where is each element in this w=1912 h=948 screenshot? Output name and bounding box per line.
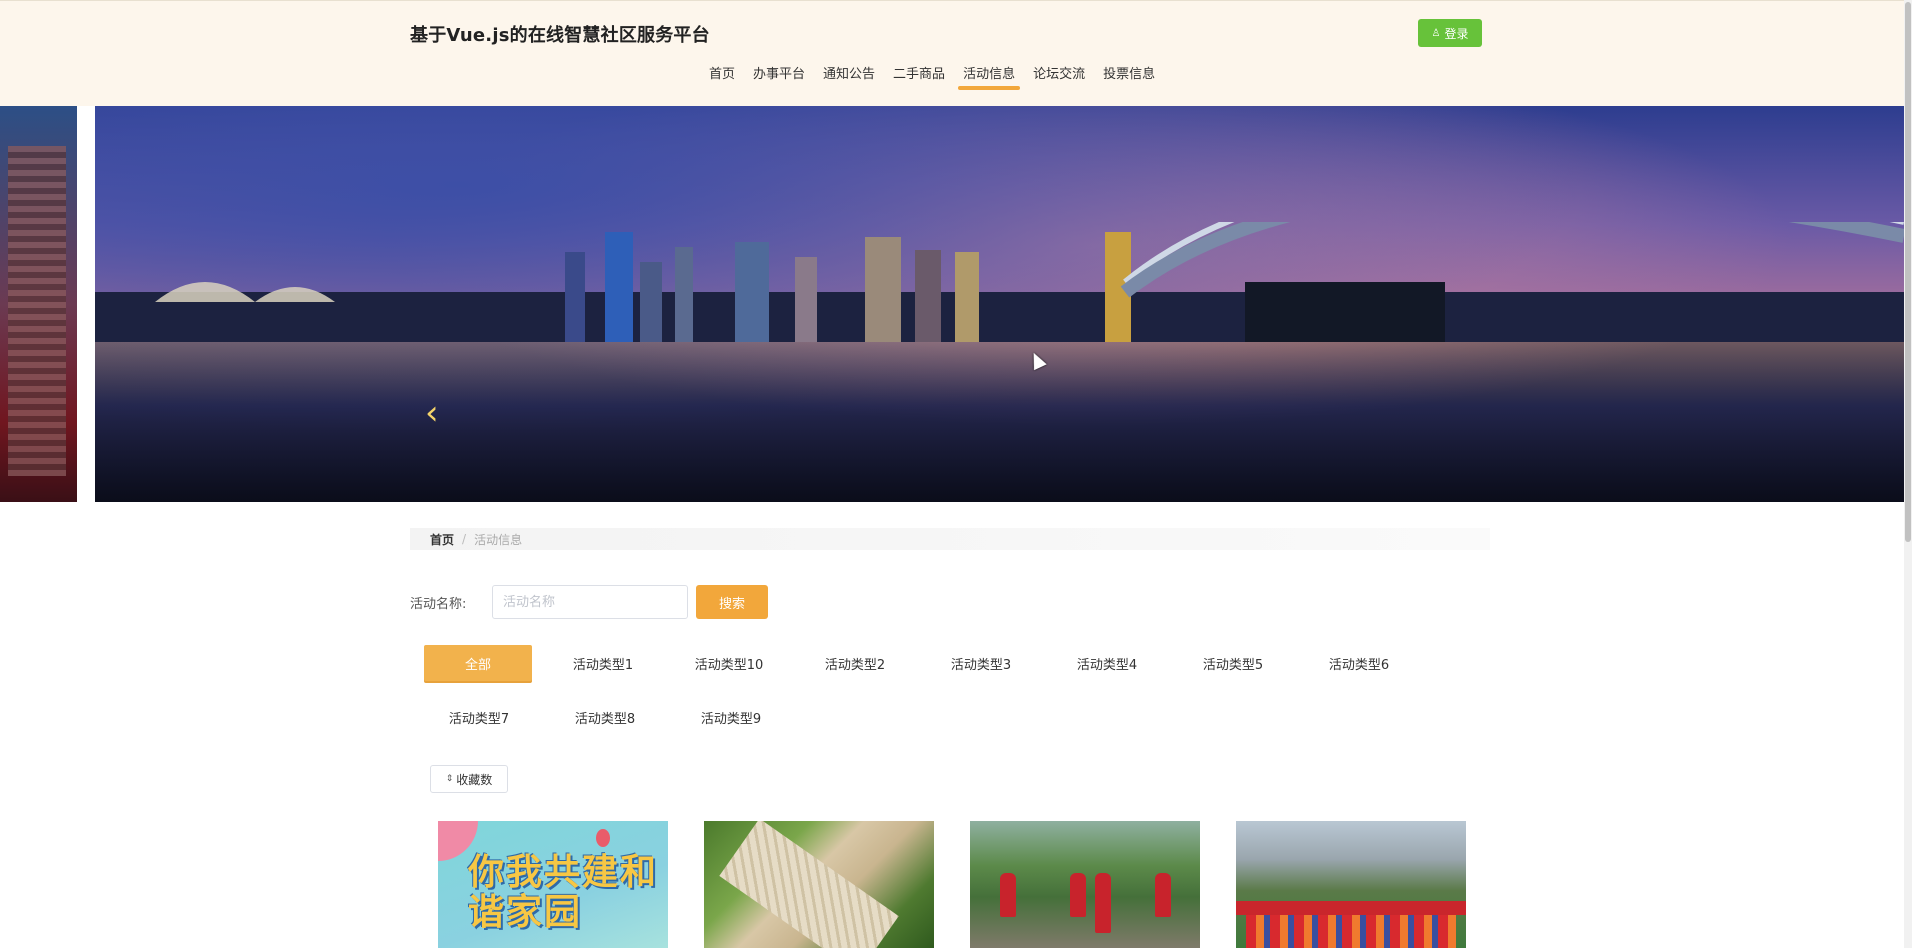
banner-slide-previous[interactable] bbox=[0, 106, 77, 502]
sort-by-favorites-button[interactable]: ⇕ 收藏数 bbox=[430, 765, 508, 793]
nav-item-secondhand[interactable]: 二手商品 bbox=[884, 64, 954, 88]
category-filter: 全部 活动类型1 活动类型10 活动类型2 活动类型3 活动类型4 活动类型5 … bbox=[424, 645, 1484, 735]
banner-carousel[interactable]: ‹ bbox=[0, 106, 1904, 502]
breadcrumb-separator: / bbox=[462, 532, 467, 546]
search-input[interactable] bbox=[492, 585, 688, 619]
scrollbar-thumb[interactable] bbox=[1905, 2, 1911, 542]
category-type-3[interactable]: 活动类型3 bbox=[926, 645, 1036, 681]
activity-poster-text: 你我共建和谐家园 bbox=[468, 852, 659, 933]
activity-card-list: 你我共建和谐家园 bbox=[438, 821, 1466, 948]
breadcrumb-home[interactable]: 首页 bbox=[430, 531, 454, 548]
activity-card[interactable]: 你我共建和谐家园 bbox=[438, 821, 668, 948]
site-title: 基于Vue.js的在线智慧社区服务平台 bbox=[410, 25, 710, 46]
activity-card[interactable] bbox=[1236, 821, 1466, 948]
water-reflection bbox=[95, 342, 1904, 502]
volunteer-figure bbox=[1155, 873, 1171, 917]
page-scrollbar[interactable] bbox=[1904, 0, 1912, 948]
garden-path-image bbox=[719, 821, 899, 948]
nav-item-home[interactable]: 首页 bbox=[700, 64, 744, 88]
balloon-icon bbox=[596, 829, 610, 847]
user-icon: ♙ bbox=[1431, 27, 1441, 39]
category-type-6[interactable]: 活动类型6 bbox=[1304, 645, 1414, 681]
activity-card[interactable] bbox=[704, 821, 934, 948]
site-header: 基于Vue.js的在线智慧社区服务平台 ♙ 登录 首页 办事平台 通知公告 二手… bbox=[0, 0, 1904, 106]
volunteer-figure bbox=[1095, 873, 1111, 933]
category-type-2[interactable]: 活动类型2 bbox=[800, 645, 910, 681]
nav-item-activities[interactable]: 活动信息 bbox=[954, 64, 1024, 90]
category-type-7[interactable]: 活动类型7 bbox=[424, 699, 534, 735]
carousel-prev-arrow-icon[interactable]: ‹ bbox=[425, 396, 439, 430]
building-image bbox=[8, 146, 66, 476]
search-label: 活动名称: bbox=[410, 597, 467, 612]
category-type-9[interactable]: 活动类型9 bbox=[676, 699, 786, 735]
login-label: 登录 bbox=[1444, 26, 1469, 41]
category-type-5[interactable]: 活动类型5 bbox=[1178, 645, 1288, 681]
nav-item-services[interactable]: 办事平台 bbox=[744, 64, 814, 88]
breadcrumb: 首页 / 活动信息 bbox=[410, 528, 1490, 550]
category-type-4[interactable]: 活动类型4 bbox=[1052, 645, 1162, 681]
category-type-8[interactable]: 活动类型8 bbox=[550, 699, 660, 735]
nav-item-votes[interactable]: 投票信息 bbox=[1094, 64, 1164, 88]
volunteer-figure bbox=[1070, 873, 1086, 917]
sort-label: 收藏数 bbox=[456, 772, 493, 787]
sort-icon: ⇕ bbox=[445, 774, 454, 784]
category-type-10[interactable]: 活动类型10 bbox=[674, 645, 784, 681]
activity-card[interactable] bbox=[970, 821, 1200, 948]
banner-slide-current[interactable] bbox=[95, 106, 1904, 502]
nav-item-forum[interactable]: 论坛交流 bbox=[1024, 64, 1094, 88]
search-button[interactable]: 搜索 bbox=[696, 585, 768, 619]
main-nav: 首页 办事平台 通知公告 二手商品 活动信息 论坛交流 投票信息 bbox=[700, 64, 1164, 90]
volunteer-figure bbox=[1000, 873, 1016, 917]
tent-image bbox=[1236, 901, 1466, 915]
crowd-image bbox=[1246, 915, 1456, 948]
category-type-1[interactable]: 活动类型1 bbox=[548, 645, 658, 681]
login-button[interactable]: ♙ 登录 bbox=[1418, 19, 1482, 47]
city-skyline-image bbox=[95, 222, 1904, 342]
breadcrumb-current: 活动信息 bbox=[474, 532, 523, 547]
nav-item-notices[interactable]: 通知公告 bbox=[814, 64, 884, 88]
category-all[interactable]: 全部 bbox=[424, 645, 532, 681]
